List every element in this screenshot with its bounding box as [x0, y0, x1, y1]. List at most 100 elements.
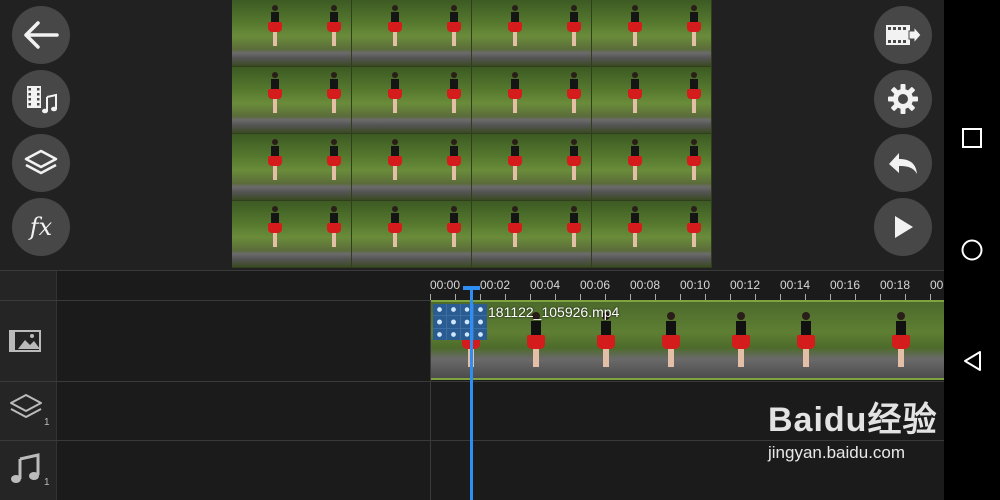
dancer-figure — [327, 206, 342, 262]
ruler-time-label: 00:06 — [580, 278, 611, 292]
back-nav-button[interactable] — [944, 341, 1000, 381]
home-button[interactable] — [944, 230, 1000, 270]
preview-tile — [592, 0, 712, 67]
dancer-figure — [327, 139, 342, 195]
clip-thumbnail — [433, 304, 487, 340]
clip-filename: 181122_105926.mp4 — [488, 304, 620, 320]
baidu-watermark: Baidu经验 jingyan.baidu.com — [768, 392, 948, 463]
track-header-column: 1 1 — [0, 270, 57, 500]
preview-tile — [232, 134, 352, 201]
layer-track-count: 1 — [44, 417, 50, 428]
fx-icon: fx — [29, 213, 53, 241]
circle-icon — [961, 239, 983, 261]
dancer-figure — [507, 206, 522, 262]
audio-track-count: 1 — [44, 477, 50, 488]
music-note-icon[interactable] — [8, 452, 44, 486]
dancer-figure — [447, 72, 462, 128]
dancer-figure — [267, 206, 282, 262]
dancer-figure — [567, 139, 582, 195]
ruler-time-label: 00:04 — [530, 278, 561, 292]
ruler-time-label: 00:16 — [830, 278, 861, 292]
preview-tile — [352, 201, 472, 268]
layers-icon[interactable] — [8, 392, 48, 422]
preview-tile — [592, 134, 712, 201]
play-button[interactable] — [874, 198, 932, 256]
dancer-figure — [687, 5, 702, 61]
dancer-figure — [447, 139, 462, 195]
fx-button[interactable]: fx — [12, 198, 70, 256]
preview-tile — [352, 134, 472, 201]
dancer-figure — [447, 5, 462, 61]
android-nav-bar — [944, 0, 1000, 500]
dancer-figure — [387, 72, 402, 128]
recent-apps-button[interactable] — [944, 118, 1000, 158]
dancer-figure — [627, 206, 642, 262]
dancer-figure — [327, 72, 342, 128]
dancer-figure — [627, 5, 642, 61]
clip-frame-dancer — [891, 312, 911, 378]
dancer-figure — [267, 5, 282, 61]
video-clip[interactable]: 181122_105926.mp4 — [431, 300, 944, 380]
ruler-time-label: 00:12 — [730, 278, 761, 292]
preview-tile — [352, 67, 472, 134]
preview-tile — [472, 134, 592, 201]
watermark-url: jingyan.baidu.com — [768, 443, 906, 462]
dancer-figure — [507, 139, 522, 195]
undo-button[interactable] — [874, 134, 932, 192]
layers-button[interactable] — [12, 134, 70, 192]
preview-tile — [352, 0, 472, 67]
ruler-time-label: 00:00 — [430, 278, 461, 292]
dancer-figure — [687, 206, 702, 262]
dancer-figure — [687, 139, 702, 195]
dancer-figure — [567, 206, 582, 262]
image-film-icon[interactable] — [8, 328, 46, 354]
undo-icon — [889, 153, 917, 174]
export-button[interactable] — [874, 6, 932, 64]
gear-icon — [888, 84, 918, 114]
clip-frame-dancer — [596, 312, 616, 378]
layers-icon — [24, 149, 58, 175]
ruler-time-label: 00:10 — [680, 278, 711, 292]
preview-tile — [232, 0, 352, 67]
dancer-figure — [507, 72, 522, 128]
preview-tile — [472, 0, 592, 67]
ruler-time-label: 00:18 — [880, 278, 911, 292]
dancer-figure — [627, 139, 642, 195]
media-music-icon — [27, 86, 57, 114]
dancer-figure — [447, 206, 462, 262]
dancer-figure — [387, 5, 402, 61]
clip-frame-dancer — [731, 312, 751, 378]
playhead[interactable] — [470, 287, 473, 500]
ruler-time-label: 00 — [930, 278, 944, 292]
settings-button[interactable] — [874, 70, 932, 128]
preview-tile — [592, 67, 712, 134]
dancer-figure — [567, 72, 582, 128]
dancer-figure — [567, 5, 582, 61]
preview-tile — [472, 67, 592, 134]
preview-tile — [592, 201, 712, 268]
back-button[interactable] — [12, 6, 70, 64]
clip-frame-dancer — [526, 312, 546, 378]
dancer-figure — [387, 206, 402, 262]
clip-frame-dancer — [796, 312, 816, 378]
dancer-figure — [507, 5, 522, 61]
media-button[interactable] — [12, 70, 70, 128]
preview-tile — [232, 201, 352, 268]
back-arrow-icon — [24, 21, 59, 49]
square-icon — [962, 128, 982, 148]
triangle-back-icon — [964, 351, 981, 371]
dancer-figure — [627, 72, 642, 128]
dancer-figure — [687, 72, 702, 128]
dancer-figure — [267, 139, 282, 195]
video-preview[interactable] — [232, 0, 712, 268]
preview-tile — [232, 67, 352, 134]
ruler-time-label: 00:02 — [480, 278, 511, 292]
dancer-figure — [327, 5, 342, 61]
clip-frame-dancer — [661, 312, 681, 378]
preview-tile — [472, 201, 592, 268]
ruler-time-label: 00:08 — [630, 278, 661, 292]
watermark-logo: Baidu经验 — [768, 401, 938, 439]
dancer-figure — [387, 139, 402, 195]
timeline-ruler[interactable]: 00:00 00:02 00:04 00:06 00:08 00:10 00:12 00:14… — [430, 270, 944, 300]
play-icon — [895, 216, 913, 238]
